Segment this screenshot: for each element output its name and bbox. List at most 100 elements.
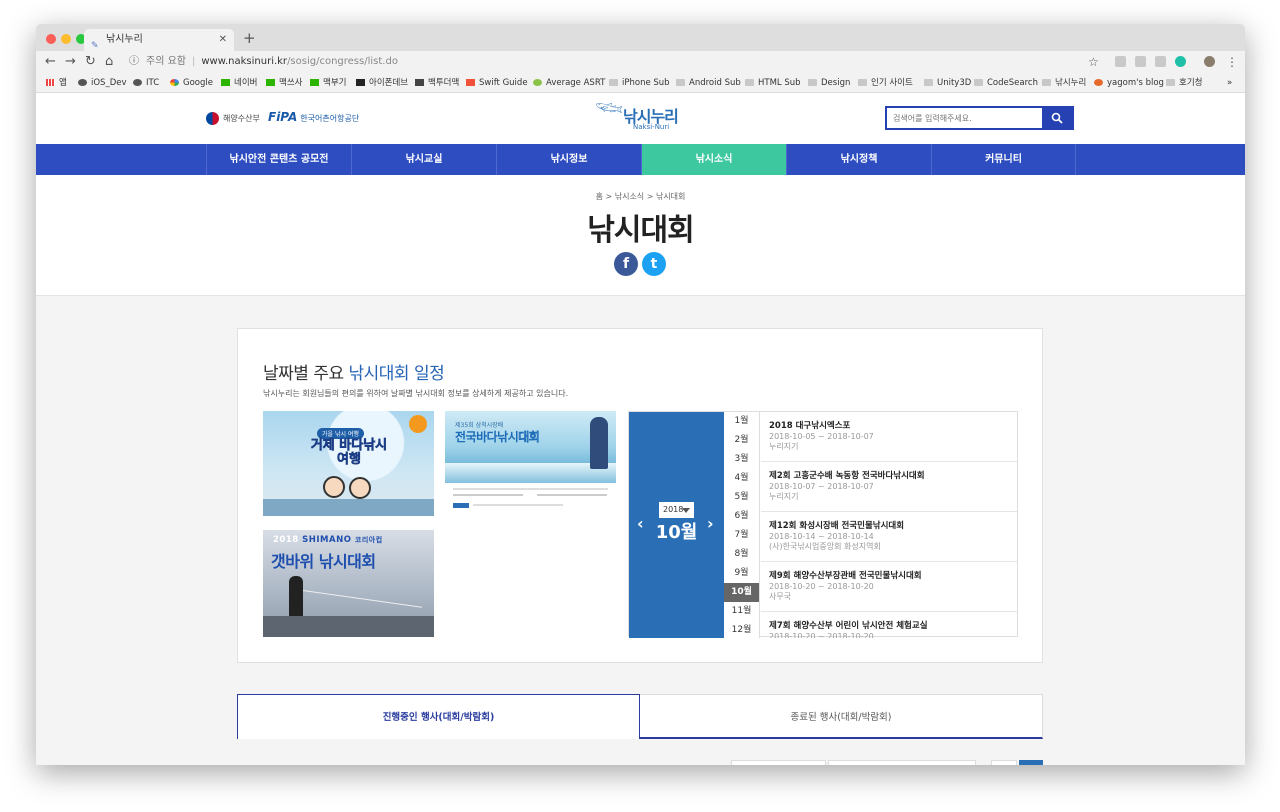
bookmark-item[interactable]: Swift Guide (466, 74, 528, 92)
month-item[interactable]: 8월 (724, 545, 759, 564)
extension-icon[interactable] (1175, 56, 1186, 67)
site-logo[interactable]: 𓆝 낚시누리 Naksi-Nuri (595, 101, 687, 137)
poster-shimano-cup[interactable]: 2018 SHIMANO 코리아컵 갯바위 낚시대회 (263, 530, 434, 637)
calendar-month-panel: ‹ 2018 10월 › (629, 412, 724, 638)
filter-button[interactable] (991, 760, 1017, 765)
next-month-button[interactable]: › (707, 514, 714, 533)
bookmark-item[interactable]: 백투더맥 (415, 74, 459, 92)
star-icon[interactable]: ☆ (1088, 54, 1099, 70)
event-status-tabs: 진행중인 행사(대회/박람회) 종료된 행사(대회/박람회) (237, 694, 1043, 739)
schedule-panel: 날짜별 주요 낚시대회 일정 낚시누리는 회원님들의 편의를 위하여 날짜별 낚… (237, 328, 1043, 663)
fish-logo-icon: 𓆝 (595, 101, 624, 126)
month-item[interactable]: 1월 (724, 412, 759, 431)
search-input[interactable] (887, 108, 1043, 128)
bookmarks-more[interactable]: » (1227, 74, 1232, 92)
gov-logo[interactable]: 해양수산부 (206, 112, 260, 125)
month-item[interactable]: 2월 (724, 431, 759, 450)
month-item[interactable]: 10월 (724, 583, 759, 602)
bookmark-item[interactable]: ITC (133, 74, 159, 92)
bookmark-folder[interactable]: Design (808, 74, 850, 92)
event-dates: 2018-10-05 ~ 2018-10-07 (769, 432, 874, 441)
search-submit-button[interactable] (1019, 760, 1043, 765)
bookmark-folder[interactable]: 낚시누리 (1042, 74, 1086, 92)
nav-item-info[interactable]: 낚시정보 (496, 144, 641, 175)
year-select[interactable]: 2018 (659, 502, 694, 518)
extension-icon[interactable] (1135, 56, 1146, 67)
bookmark-item[interactable]: 맥쓰사 (266, 74, 302, 92)
event-item[interactable]: 2018 대구낚시엑스포 2018-10-05 ~ 2018-10-07 누리지기 (761, 412, 1017, 462)
extension-icon[interactable] (1115, 56, 1126, 67)
taegeuk-icon (206, 112, 219, 125)
extension-icon[interactable] (1155, 56, 1166, 67)
event-item[interactable]: 제9회 해양수산부장관배 전국민물낚시대회 2018-10-20 ~ 2018-1… (761, 562, 1017, 612)
tab-title: 낚시누리 (106, 34, 143, 45)
twitter-icon[interactable]: t (642, 252, 666, 276)
month-item[interactable]: 3월 (724, 450, 759, 469)
filter-input[interactable] (828, 760, 976, 765)
bookmark-folder[interactable]: 호기청 (1166, 74, 1202, 92)
bookmark-item[interactable]: yagom's blog (1094, 74, 1164, 92)
security-label: 주의 요함 (146, 56, 186, 67)
month-item[interactable]: 12월 (724, 621, 759, 640)
bookmark-folder[interactable]: HTML Sub (745, 74, 801, 92)
address-bar[interactable]: 주의 요함 | www.naksinuri.kr/sosig/congress/li… (146, 54, 398, 70)
bookmark-folder[interactable]: CodeSearch (974, 74, 1038, 92)
chevron-down-icon (682, 508, 690, 513)
nav-item-contest[interactable]: 낚시안전 콘텐츠 공모전 (206, 144, 351, 175)
bookmark-item[interactable]: iOS_Dev (78, 74, 127, 92)
bookmark-folder[interactable]: iPhone Sub (609, 74, 670, 92)
filter-select[interactable] (731, 760, 826, 765)
bookmark-folder[interactable]: Android Sub (676, 74, 741, 92)
bookmark-item[interactable]: 맥부기 (310, 74, 346, 92)
nav-item-policy[interactable]: 낚시정책 (786, 144, 931, 175)
search-button[interactable] (1042, 108, 1072, 128)
bookmark-folder[interactable]: Unity3D (924, 74, 971, 92)
poster-geoje-trip[interactable]: 가을 낚시 여행 거제 바다낚시 여행 (263, 411, 434, 516)
fipa-logo[interactable]: FiPA 한국어촌어항공단 (268, 110, 359, 126)
event-item[interactable]: 제12회 화성시장배 전국민물낚시대회 2018-10-14 ~ 2018-10-… (761, 512, 1017, 562)
event-item[interactable]: 제2회 고흥군수배 녹동항 전국바다낚시대회 2018-10-07 ~ 2018-… (761, 462, 1017, 512)
month-item[interactable]: 9월 (724, 564, 759, 583)
search-icon (1051, 112, 1063, 124)
event-dates: 2018-10-20 ~ 2018-10-20 (769, 632, 874, 638)
nav-item-class[interactable]: 낚시교실 (351, 144, 496, 175)
poster-samcheok[interactable]: 제35회 삼척시장배 전국바다낚시대회 (445, 411, 616, 516)
event-org: 사무국 (769, 592, 792, 601)
month-item[interactable]: 4월 (724, 469, 759, 488)
event-title: 2018 대구낚시엑스포 (769, 421, 851, 431)
event-item[interactable]: 제7회 해양수산부 어린이 낚시안전 체험교실 2018-10-20 ~ 2018… (761, 612, 1017, 638)
nav-item-news[interactable]: 낚시소식 (641, 144, 786, 175)
profile-avatar[interactable] (1204, 56, 1215, 67)
nav-item-community[interactable]: 커뮤니티 (931, 144, 1076, 175)
close-tab-icon[interactable]: ✕ (219, 29, 227, 51)
forward-icon[interactable]: → (65, 54, 76, 70)
new-tab-button[interactable]: + (243, 30, 256, 46)
title-area: 홈 > 낚시소식 > 낚시대회 낚시대회 f t (36, 175, 1245, 296)
month-item[interactable]: 7월 (724, 526, 759, 545)
site-search (885, 106, 1074, 130)
menu-icon[interactable]: ⋮ (1226, 54, 1238, 70)
event-dates: 2018-10-14 ~ 2018-10-14 (769, 532, 874, 541)
event-title: 제9회 해양수산부장관배 전국민물낚시대회 (769, 571, 922, 581)
info-icon[interactable]: ⓘ (129, 54, 139, 70)
month-list: 1월 2월 3월 4월 5월 6월 7월 8월 9월 10월 11월 12월 (724, 412, 760, 638)
bookmark-item[interactable]: 아이폰데브 (356, 74, 408, 92)
month-item[interactable]: 5월 (724, 488, 759, 507)
back-icon[interactable]: ← (45, 54, 56, 70)
home-icon[interactable]: ⌂ (105, 54, 113, 70)
bookmark-item[interactable]: 네이버 (221, 74, 257, 92)
facebook-icon[interactable]: f (614, 252, 638, 276)
minimize-window-button[interactable] (61, 34, 71, 44)
bookmark-item[interactable]: 앱 (46, 74, 67, 92)
reload-icon[interactable]: ↻ (85, 54, 96, 70)
month-item[interactable]: 11월 (724, 602, 759, 621)
bookmark-folder[interactable]: 인기 사이트 (858, 74, 913, 92)
bookmark-item[interactable]: Google (170, 74, 213, 92)
bookmark-item[interactable]: Average ASRT (533, 74, 605, 92)
month-item[interactable]: 6월 (724, 507, 759, 526)
bookmarks-bar: 앱 iOS_Dev ITC Google 네이버 맥쓰사 맥부기 아이폰데브 백… (36, 73, 1245, 93)
tab-ongoing-events[interactable]: 진행중인 행사(대회/박람회) (237, 694, 640, 739)
tab-ended-events[interactable]: 종료된 행사(대회/박람회) (640, 694, 1043, 739)
browser-tab[interactable]: ✎ 낚시누리 ✕ (84, 29, 234, 51)
close-window-button[interactable] (46, 34, 56, 44)
